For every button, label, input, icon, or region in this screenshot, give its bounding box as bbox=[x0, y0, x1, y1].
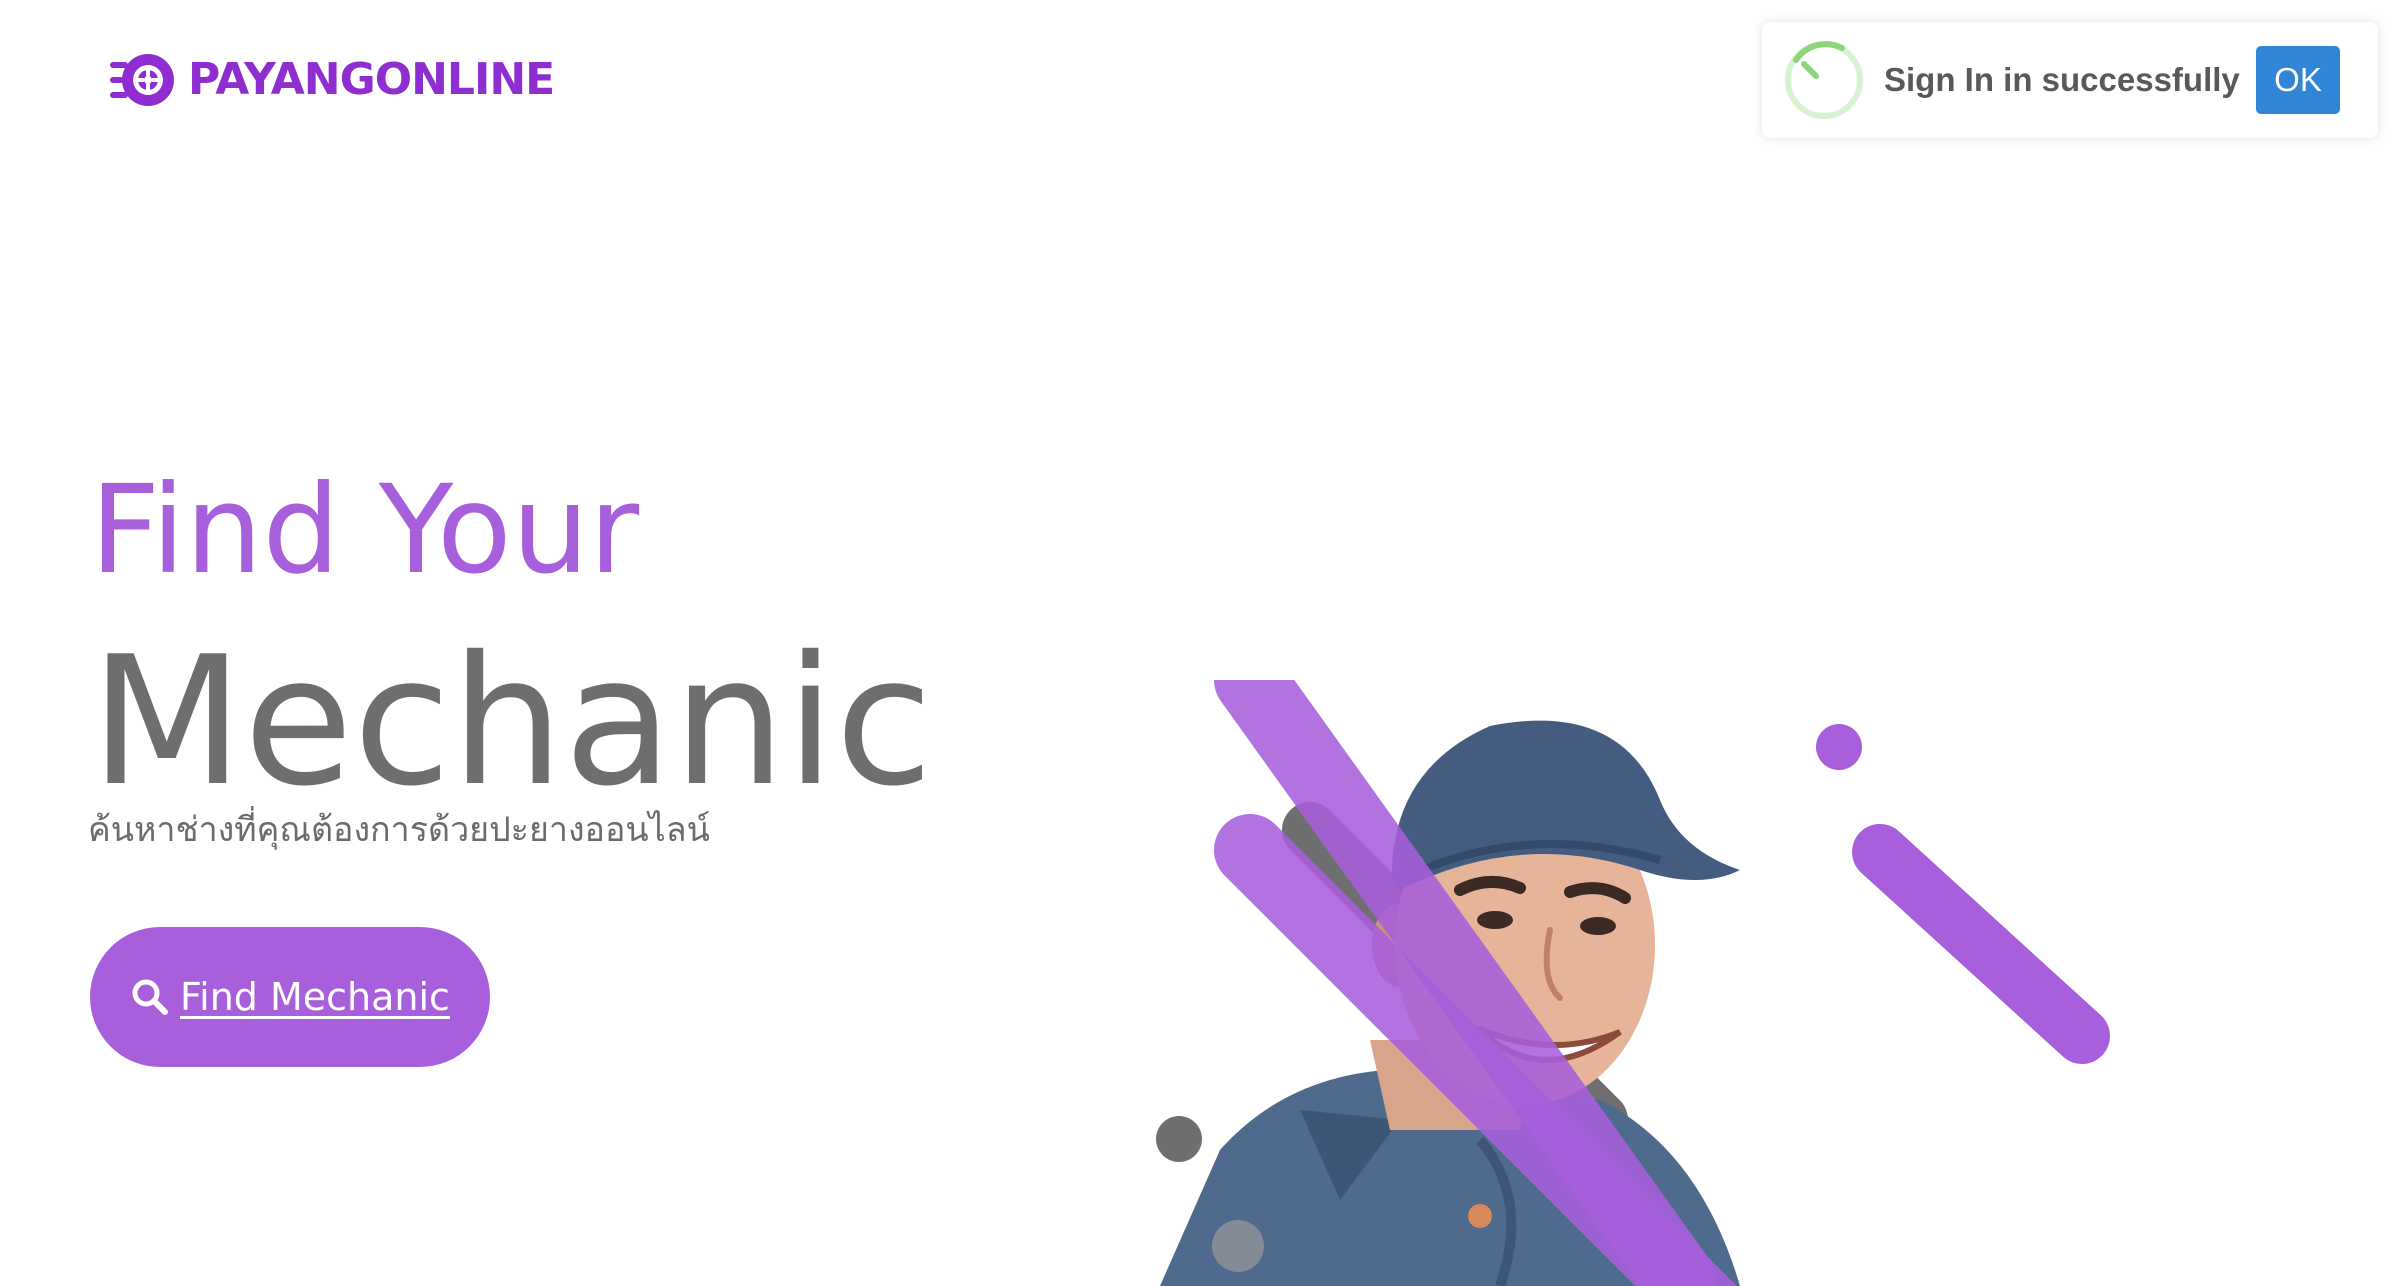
gray-dot-shape bbox=[1156, 1116, 1202, 1162]
gray-dot-lower-shape bbox=[1212, 1220, 1264, 1272]
hero-title-mechanic: Mechanic bbox=[90, 618, 933, 825]
find-mechanic-button[interactable]: Find Mechanic bbox=[90, 927, 490, 1067]
sign-in-toast: Sign In in successfully OK bbox=[1762, 22, 2378, 138]
search-icon bbox=[132, 979, 169, 1015]
brand-logo[interactable]: PAYANGONLINE bbox=[110, 48, 555, 112]
brand-name: PAYANGONLINE bbox=[188, 54, 555, 105]
find-mechanic-label: Find Mechanic bbox=[180, 975, 450, 1019]
landing-page: PAYANGONLINE Sign In in successfully OK … bbox=[0, 0, 2400, 1286]
hero-title-find-your: Find Your bbox=[90, 459, 640, 601]
success-ring-icon bbox=[1785, 41, 1863, 119]
ok-button[interactable]: OK bbox=[2256, 46, 2340, 114]
toast-message: Sign In in successfully bbox=[1884, 61, 2240, 98]
purple-dot-shape bbox=[1816, 724, 1862, 770]
tire-logo-icon bbox=[110, 54, 174, 106]
purple-stripe-right-shape bbox=[1852, 824, 2110, 1064]
hero-subtitle: ค้นหาช่างที่คุณต้องการด้วยปะยางออนไลน์ bbox=[88, 810, 710, 850]
mechanic-illustration bbox=[1156, 680, 2110, 1286]
